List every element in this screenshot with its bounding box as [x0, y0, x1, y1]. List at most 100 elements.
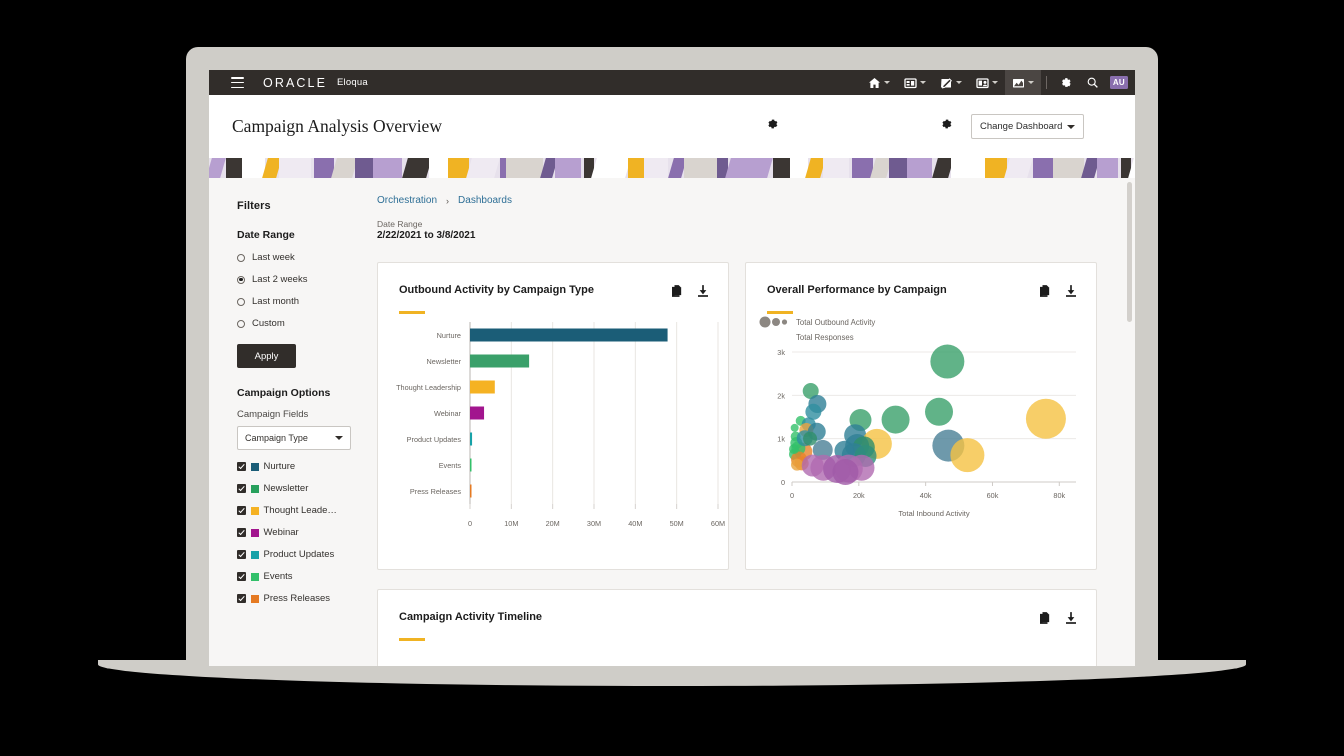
card-title: Overall Performance by Campaign: [767, 284, 947, 296]
chevron-down-icon: [883, 81, 890, 84]
chevron-down-icon: [1027, 81, 1034, 84]
date-option-2[interactable]: Last month: [237, 296, 360, 307]
campaign-type-list: Nurture Newsletter Thought Leade… Webinar Pr…: [237, 461, 360, 604]
date-option-label: Last week: [252, 252, 295, 263]
banner-stripe: [684, 158, 717, 178]
color-swatch: [250, 594, 259, 603]
radio-icon[interactable]: [237, 275, 245, 284]
nav-analytics[interactable]: [1004, 70, 1041, 95]
search-button[interactable]: [1079, 70, 1106, 95]
checkbox-icon[interactable]: [237, 594, 246, 603]
banner-stripe: [985, 158, 1007, 178]
document-copy-icon[interactable]: [672, 284, 682, 302]
banner-stripe: [723, 158, 775, 178]
document-copy-icon[interactable]: [1040, 611, 1050, 629]
svg-text:40k: 40k: [920, 491, 932, 500]
campaign-type-label: Press Releases: [263, 593, 331, 604]
settings-button[interactable]: [1052, 70, 1079, 95]
campaign-type-label: Product Updates: [263, 549, 335, 560]
campaign-type-3[interactable]: Webinar: [237, 527, 360, 538]
banner-stripe: [823, 158, 849, 178]
change-dashboard-select[interactable]: Change Dashboard: [970, 114, 1084, 139]
svg-text:0: 0: [468, 519, 472, 528]
svg-text:Total Responses: Total Responses: [796, 333, 854, 342]
download-icon[interactable]: [698, 284, 708, 302]
date-range-options: Last week Last 2 weeks Last month Custom: [237, 252, 360, 329]
campaign-type-0[interactable]: Nurture: [237, 461, 360, 472]
search-icon: [1087, 77, 1098, 88]
svg-text:0: 0: [781, 478, 785, 487]
breadcrumb-separator: ›: [446, 195, 450, 206]
banner-stripe: [589, 158, 633, 178]
document-copy-icon[interactable]: [1040, 284, 1050, 302]
campaign-fields-select[interactable]: Campaign Type: [237, 426, 351, 450]
page-title: Campaign Analysis Overview: [232, 116, 442, 136]
dashboard-settings-button[interactable]: [765, 117, 779, 136]
campaign-type-label: Nurture: [263, 461, 296, 472]
checkbox-icon[interactable]: [237, 506, 246, 515]
dashboard-config-button[interactable]: [939, 117, 953, 136]
campaign-type-5[interactable]: Events: [237, 571, 360, 582]
banner-stripe: [506, 158, 543, 178]
banner-stripe: [907, 158, 932, 178]
banner-stripe: [373, 158, 402, 178]
radio-icon[interactable]: [237, 297, 245, 306]
svg-text:Webinar: Webinar: [434, 408, 462, 417]
campaign-type-1[interactable]: Newsletter: [237, 483, 360, 494]
checkbox-icon[interactable]: [237, 528, 246, 537]
date-option-0[interactable]: Last week: [237, 252, 360, 263]
radio-icon[interactable]: [237, 319, 245, 328]
date-option-3[interactable]: Custom: [237, 318, 360, 329]
banner-stripe: [644, 158, 668, 178]
breadcrumb-item-orchestration[interactable]: Orchestration: [377, 195, 437, 206]
nav-assets[interactable]: [897, 70, 933, 95]
campaign-type-2[interactable]: Thought Leade…: [237, 505, 360, 516]
filters-sidebar: Filters Date Range Last week Last 2 weeks…: [209, 178, 360, 666]
radio-icon[interactable]: [237, 253, 245, 262]
title-accent-bar: [399, 638, 425, 641]
campaign-type-label: Events: [263, 571, 293, 582]
change-dashboard-label: Change Dashboard: [979, 121, 1063, 132]
nav-home[interactable]: [861, 70, 897, 95]
download-icon[interactable]: [1066, 611, 1076, 629]
gear-icon: [768, 119, 778, 129]
checkbox-icon[interactable]: [237, 550, 246, 559]
color-swatch: [250, 462, 259, 471]
breadcrumb-item-dashboards[interactable]: Dashboards: [458, 195, 512, 206]
edit-icon: [940, 77, 952, 88]
svg-text:20M: 20M: [546, 519, 560, 528]
dashboard-content: Orchestration › Dashboards Date Range 2/…: [360, 178, 1135, 666]
banner-stripe: [1053, 158, 1084, 178]
date-option-1[interactable]: Last 2 weeks: [237, 274, 360, 285]
card-title: Campaign Activity Timeline: [399, 611, 543, 623]
banner-stripe: [429, 158, 448, 178]
date-option-label: Custom: [252, 318, 285, 329]
card-overall-performance: Overall Performance by Campaign Total Ou…: [745, 262, 1097, 570]
campaign-type-6[interactable]: Press Releases: [237, 593, 360, 604]
campaign-type-4[interactable]: Product Updates: [237, 549, 360, 560]
avatar[interactable]: AU: [1109, 76, 1128, 89]
checkbox-icon[interactable]: [237, 572, 246, 581]
svg-text:Total Outbound Activity: Total Outbound Activity: [796, 318, 875, 327]
banner-stripe: [889, 158, 907, 178]
nav-audience[interactable]: [969, 70, 1005, 95]
hamburger-icon[interactable]: [231, 77, 244, 88]
card-outbound-activity: Outbound Activity by Campaign Type 0 10M…: [377, 262, 729, 570]
banner-stripe: [555, 158, 581, 178]
svg-text:1k: 1k: [777, 434, 785, 443]
checkbox-icon[interactable]: [237, 462, 246, 471]
svg-text:Events: Events: [439, 460, 462, 469]
svg-text:20k: 20k: [853, 491, 865, 500]
nav-create[interactable]: [933, 70, 969, 95]
svg-text:30M: 30M: [587, 519, 601, 528]
bar-chart: 0 10M 20M 30M 40M 50M 60M Nurture Newsletter Thou…: [396, 321, 725, 528]
svg-text:Product Updates: Product Updates: [407, 434, 462, 443]
date-range-value: 2/22/2021 to 3/8/2021: [377, 230, 476, 241]
vertical-scrollbar[interactable]: [1127, 182, 1132, 322]
download-icon[interactable]: [1066, 284, 1076, 302]
screenshot-stage: ORACLE Eloqua AU Campaign Analysis Overv…: [0, 0, 1344, 756]
campaign-type-label: Newsletter: [263, 483, 309, 494]
apply-button[interactable]: Apply: [237, 344, 296, 368]
checkbox-icon[interactable]: [237, 484, 246, 493]
card-campaign-timeline: Campaign Activity Timeline: [377, 589, 1097, 666]
